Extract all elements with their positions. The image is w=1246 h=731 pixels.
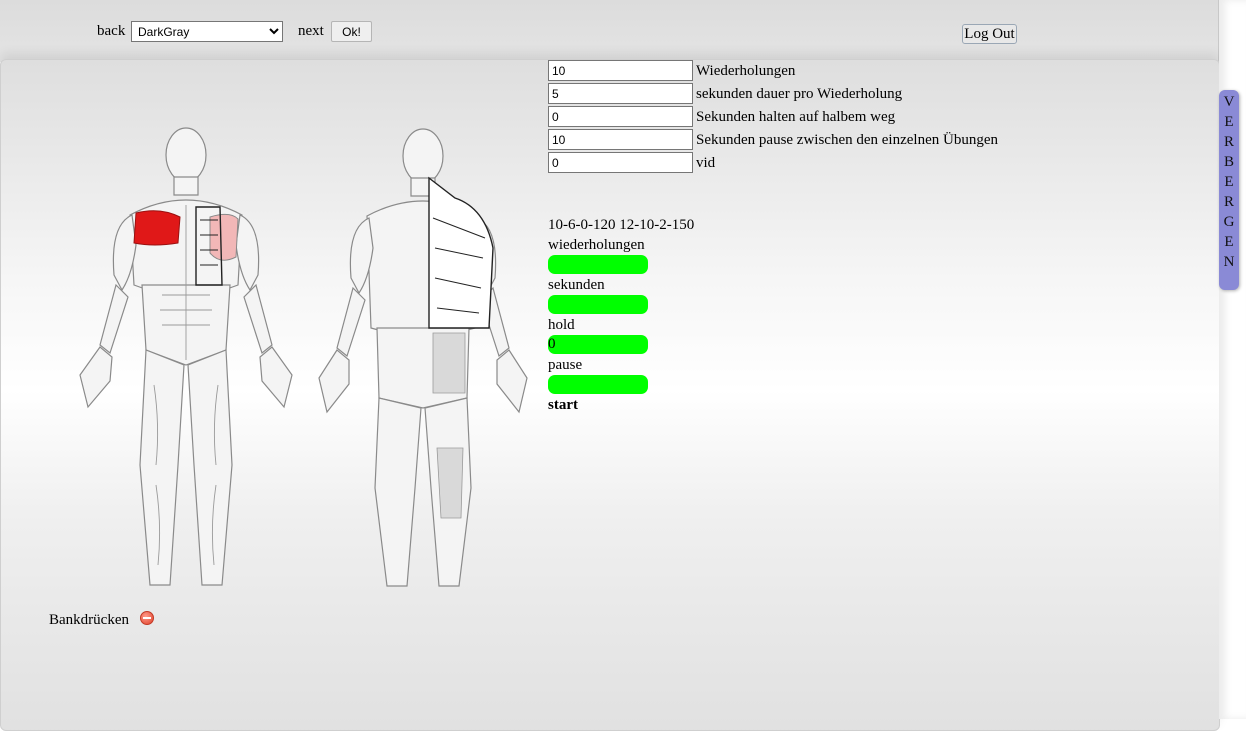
pause-progress: [548, 375, 648, 394]
hold-input[interactable]: [548, 106, 693, 127]
repetitions-progress: [548, 255, 648, 274]
hold-label: Sekunden halten auf halbem weg: [696, 109, 896, 125]
hide-tab-letter: R: [1223, 194, 1234, 210]
back-body-figure: [318, 128, 528, 587]
hide-tab-letter: E: [1224, 114, 1234, 130]
hide-tab-letter: R: [1223, 134, 1234, 150]
seconds-progress: [548, 295, 648, 314]
seconds-status-label: sekunden: [548, 277, 605, 293]
workout-code: 10-6-0-120 12-10-2-150: [548, 217, 695, 233]
hide-panel-tab[interactable]: V E R B E R G E N: [1219, 90, 1239, 290]
logout-button[interactable]: Log Out: [962, 24, 1017, 44]
chest-highlight: [133, 210, 181, 246]
pause-label: Sekunden pause zwischen den einzelnen Üb…: [696, 132, 998, 148]
hide-tab-letter: E: [1224, 234, 1234, 250]
ok-button[interactable]: Ok!: [331, 21, 372, 42]
start-button[interactable]: start: [548, 397, 578, 414]
back-link[interactable]: back: [97, 23, 125, 40]
hold-status-label: hold: [548, 317, 575, 333]
pause-status-label: pause: [548, 357, 583, 373]
repetitions-status-label: wiederholungen: [548, 237, 645, 253]
exercise-name: Bankdrücken: [49, 612, 129, 628]
remove-exercise-icon[interactable]: [140, 611, 154, 625]
hide-tab-letter: N: [1223, 254, 1235, 270]
duration-input[interactable]: [548, 83, 693, 104]
hold-progress: 0: [548, 335, 648, 354]
front-body-figure: [79, 127, 293, 586]
hide-tab-letter: G: [1223, 214, 1235, 230]
pause-input[interactable]: [548, 129, 693, 150]
next-link[interactable]: next: [298, 23, 324, 40]
color-select[interactable]: DarkGray: [131, 21, 283, 42]
repetitions-input[interactable]: [548, 60, 693, 81]
vid-input[interactable]: [548, 152, 693, 173]
repetitions-label: Wiederholungen: [696, 63, 796, 79]
hide-tab-letter: B: [1223, 154, 1234, 170]
hide-tab-letter: V: [1223, 94, 1235, 110]
vid-label: vid: [696, 155, 716, 171]
duration-label: sekunden dauer pro Wiederholung: [696, 86, 903, 102]
hide-tab-letter: E: [1224, 174, 1234, 190]
